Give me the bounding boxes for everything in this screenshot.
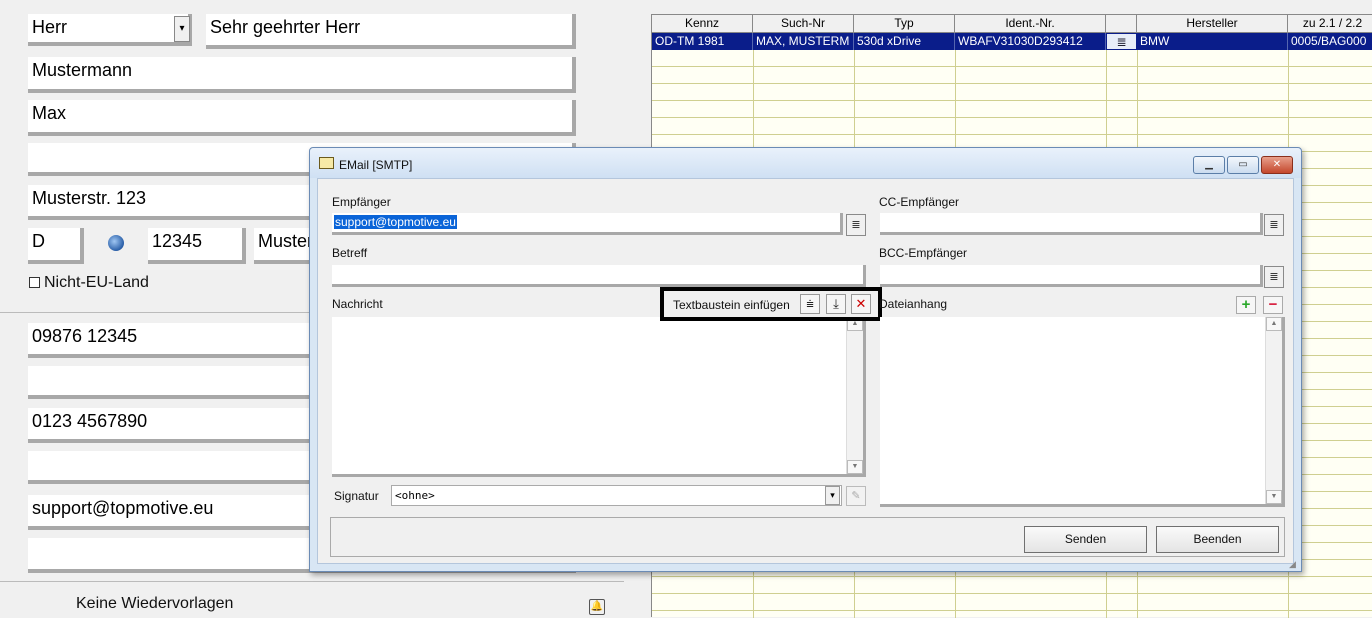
cell-hersteller[interactable]: BMW: [1137, 33, 1288, 50]
quit-button-label: Beenden: [1193, 532, 1242, 546]
button-panel: Senden Beenden: [330, 517, 1285, 557]
close-button[interactable]: ✕: [1261, 156, 1293, 174]
checkbox-icon[interactable]: [29, 277, 40, 288]
column-header-zu-2-1[interactable]: zu 2.1 / 2.2: [1288, 15, 1372, 33]
cell-zu-2-1[interactable]: 0005/BAG000: [1288, 33, 1372, 50]
insert-textblock-icon[interactable]: ⤓: [826, 294, 846, 314]
cell-kennz[interactable]: OD-TM 1981: [652, 33, 753, 50]
signature-value: <ohne>: [395, 489, 435, 502]
salutation-value: Herr: [32, 17, 67, 37]
edit-signature-icon[interactable]: ✎: [846, 486, 866, 506]
resize-grip-icon[interactable]: ◢: [1289, 559, 1299, 569]
add-attachment-icon[interactable]: +: [1236, 296, 1256, 314]
collapse-icon[interactable]: ⩧: [800, 294, 820, 314]
signature-label: Signatur: [334, 489, 379, 503]
column-header-hersteller[interactable]: Hersteller: [1137, 15, 1288, 33]
message-textarea[interactable]: ▲ ▼: [332, 317, 866, 477]
letter-salutation-field[interactable]: Sehr geehrter Herr: [206, 14, 576, 49]
reminder-bell-icon[interactable]: 🔔: [589, 599, 605, 615]
attachment-label: Dateianhang: [879, 297, 948, 311]
remove-attachment-icon[interactable]: −: [1263, 296, 1283, 314]
subject-label: Betreff: [332, 246, 368, 260]
maximize-button[interactable]: ▭: [1227, 156, 1259, 174]
textblock-label: Textbaustein einfügen: [673, 298, 790, 312]
delete-textblock-icon[interactable]: ✕: [851, 294, 871, 314]
cc-label: CC-Empfänger: [879, 195, 960, 209]
recipient-label: Empfänger: [332, 195, 391, 209]
country-code-value: D: [32, 231, 45, 251]
scroll-down-icon[interactable]: ▼: [847, 460, 863, 474]
attachment-scrollbar[interactable]: ▲ ▼: [1265, 317, 1282, 504]
recipient-value: support@topmotive.eu: [334, 215, 457, 229]
street-value: Musterstr. 123: [32, 188, 147, 208]
scroll-down-icon[interactable]: ▼: [1266, 490, 1282, 504]
footer-divider: [0, 581, 624, 582]
last-name-value: Mustermann: [32, 60, 133, 80]
country-code-field[interactable]: D: [28, 228, 84, 264]
cc-input[interactable]: [880, 213, 1263, 235]
recipient-input[interactable]: support@topmotive.eu: [332, 213, 843, 235]
details-list-icon[interactable]: ≣: [1106, 33, 1137, 50]
dialog-body: Empfänger support@topmotive.eu ≣ CC-Empf…: [317, 178, 1294, 564]
signature-dropdown-button[interactable]: ▾: [825, 486, 840, 505]
letter-salutation-value: Sehr geehrter Herr: [210, 17, 361, 37]
bcc-list-button[interactable]: ≣: [1264, 266, 1284, 288]
column-header-ident-nr[interactable]: Ident.-Nr.: [955, 15, 1106, 33]
zip-field[interactable]: 12345: [148, 228, 246, 264]
email-dialog: EMail [SMTP] ▁ ▭ ✕ Empfänger support@top…: [309, 147, 1302, 572]
non-eu-checkbox[interactable]: Nicht-EU-Land: [29, 274, 149, 292]
attachment-list[interactable]: ▲ ▼: [880, 317, 1285, 507]
textblock-toolbar: Textbaustein einfügen ⩧ ⤓ ✕: [660, 287, 882, 321]
column-header-typ[interactable]: Typ: [854, 15, 955, 33]
first-name-value: Max: [32, 103, 67, 123]
salutation-dropdown-button[interactable]: ▾: [174, 16, 190, 42]
bcc-input[interactable]: [880, 265, 1263, 287]
cell-typ[interactable]: 530d xDrive: [854, 33, 955, 50]
dialog-titlebar[interactable]: EMail [SMTP] ▁ ▭ ✕: [310, 148, 1301, 178]
cell-ident-nr[interactable]: WBAFV31030D293412: [955, 33, 1106, 50]
recipient-list-button[interactable]: ≣: [846, 214, 866, 236]
phone-value: 09876 12345: [32, 326, 138, 346]
city-value: Muster: [258, 231, 314, 251]
followups-label: Keine Wiedervorlagen: [76, 595, 234, 612]
quit-button[interactable]: Beenden: [1156, 526, 1279, 553]
last-name-field[interactable]: Mustermann: [28, 57, 576, 93]
email-value: support@topmotive.eu: [32, 498, 214, 518]
dialog-title: EMail [SMTP]: [339, 158, 413, 172]
bcc-label: BCC-Empfänger: [879, 246, 968, 260]
message-scrollbar[interactable]: ▲ ▼: [846, 317, 863, 474]
column-header-such-nr[interactable]: Such-Nr: [753, 15, 854, 33]
mobile-value: 0123 4567890: [32, 411, 148, 431]
send-button-label: Senden: [1064, 532, 1107, 546]
column-header-details[interactable]: [1106, 15, 1137, 33]
cell-such-nr[interactable]: MAX, MUSTERM: [753, 33, 854, 50]
cc-list-button[interactable]: ≣: [1264, 214, 1284, 236]
send-button[interactable]: Senden: [1024, 526, 1147, 553]
first-name-field[interactable]: Max: [28, 100, 576, 136]
signature-select[interactable]: <ohne>: [391, 485, 842, 506]
globe-icon[interactable]: [108, 235, 124, 251]
message-label: Nachricht: [332, 297, 383, 311]
non-eu-label: Nicht-EU-Land: [44, 274, 149, 291]
scroll-up-icon[interactable]: ▲: [1266, 317, 1282, 331]
minimize-button[interactable]: ▁: [1193, 156, 1225, 174]
mail-icon: [319, 157, 334, 169]
column-header-kennz[interactable]: Kennz: [652, 15, 753, 33]
zip-value: 12345: [152, 231, 203, 251]
subject-input[interactable]: [332, 265, 866, 287]
salutation-select[interactable]: Herr: [28, 14, 192, 46]
